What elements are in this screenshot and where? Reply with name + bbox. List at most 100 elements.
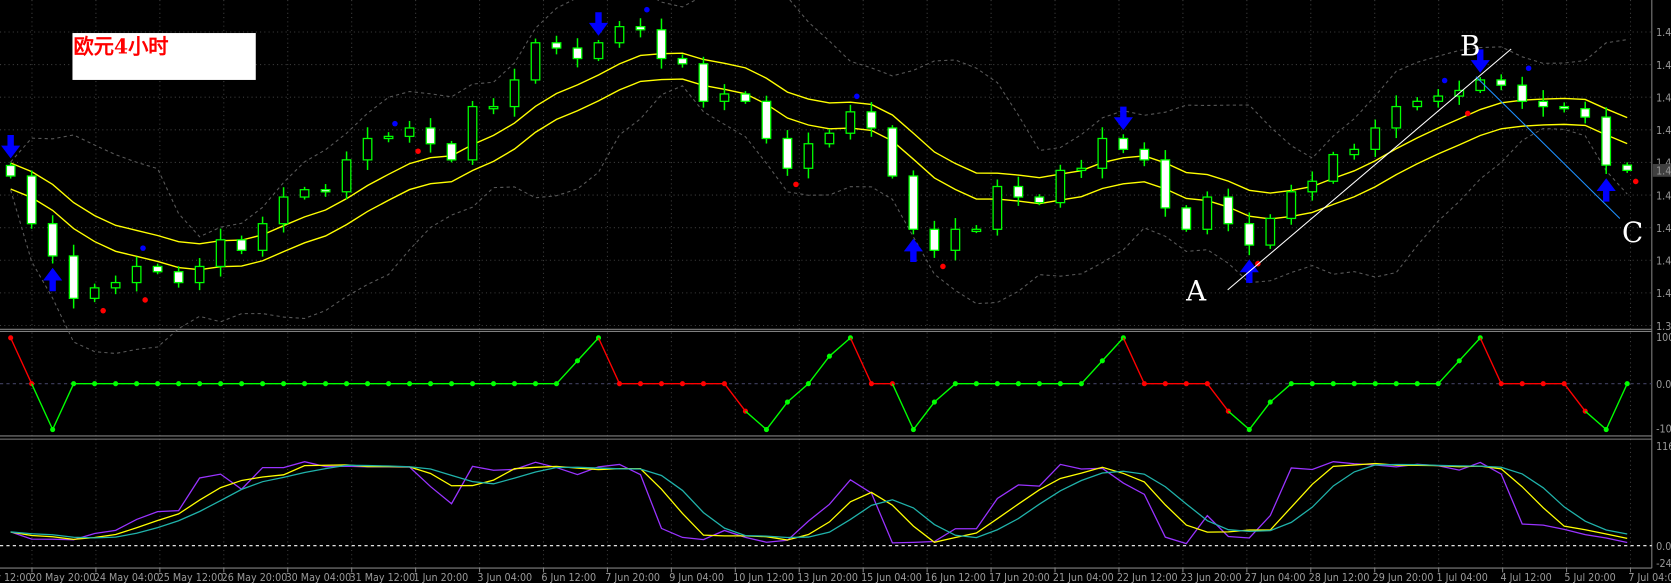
time-tick-label: 4 Jul 12:00 [1500, 571, 1551, 583]
signal-segment [1269, 383, 1292, 403]
stop-dot-red [415, 148, 421, 154]
time-tick-label: 17 Jun 20:00 [989, 571, 1050, 583]
buy-arrow-icon [903, 238, 923, 263]
price-tick-label: 1.4 [1656, 255, 1671, 268]
candle-body [341, 159, 352, 193]
candle-body [1391, 105, 1402, 129]
signal-point [889, 381, 895, 387]
signal-segment [1101, 337, 1124, 362]
candle-body [824, 132, 835, 145]
candle-body [614, 26, 625, 44]
signal-segment [1227, 410, 1250, 431]
candle-body [572, 47, 583, 60]
stop-dot-blue [644, 6, 650, 13]
oscillator-tick-label: 116 [1656, 440, 1671, 453]
trendline-b-c[interactable] [1475, 76, 1621, 219]
oscillator-main-line [10, 461, 1628, 545]
chart-title: 欧元4小时 [74, 34, 169, 58]
oscillator-tick-label: 0.00 [1656, 540, 1671, 553]
candle-body [1202, 196, 1213, 230]
candle-body [740, 93, 751, 102]
time-tick-label: 13 Jun 20:00 [797, 571, 858, 583]
signal-segment [933, 383, 956, 403]
candle-body [467, 105, 478, 161]
candle-body [719, 93, 730, 102]
candle-body [1265, 217, 1276, 246]
time-axis: 19 May 12:0020 May 20:0024 May 04:0025 M… [0, 568, 1671, 583]
candle-body [278, 196, 289, 225]
time-tick-label: 16 Jun 12:00 [925, 571, 986, 583]
time-tick-label: 5 Jul 20:00 [1564, 571, 1615, 583]
candle-body [1055, 169, 1066, 204]
candle-body [866, 111, 877, 129]
time-tick-label: 7 Jul 04:00 [1628, 571, 1671, 583]
candle-body [236, 239, 247, 251]
signal-segment [1206, 383, 1229, 412]
annotation-a: A [1185, 275, 1207, 308]
signal-segment [723, 383, 746, 412]
candle-body [110, 281, 121, 289]
signal-segment [1122, 337, 1145, 384]
price-tick-label: 1.4 [1656, 59, 1671, 72]
time-tick-label: 22 Jun 12:00 [1117, 571, 1178, 583]
time-tick-label: 30 May 04:00 [286, 571, 352, 583]
candle-body [131, 265, 142, 284]
candle-body [404, 127, 415, 138]
stop-dot-blue [854, 93, 860, 100]
candle-body [1286, 191, 1297, 220]
candle-body [1580, 108, 1591, 118]
signal-segment [52, 383, 75, 430]
ma-upper-line [10, 52, 1628, 245]
candle-body [446, 143, 457, 161]
time-tick-label: 3 Jun 04:00 [477, 571, 532, 583]
signal-segment [576, 337, 600, 362]
candle-body [1328, 153, 1339, 182]
sell-arrow-icon [588, 12, 609, 36]
candle-body [509, 79, 520, 108]
sell-arrow-icon [1, 134, 21, 159]
candle-body [1496, 79, 1507, 86]
signal-segment [912, 401, 935, 430]
candle-body [1370, 127, 1381, 150]
candle-body [551, 42, 562, 49]
candle-body [1181, 207, 1192, 230]
signal-segment [10, 337, 33, 384]
candle-body [488, 105, 499, 110]
oscillator-tick-label: -24 [1656, 557, 1671, 570]
stop-dot-red [100, 307, 106, 314]
candle-body [908, 175, 919, 230]
candle-body [215, 239, 226, 268]
ma-lower-line [10, 78, 1628, 271]
time-tick-label: 1 Jun 20:00 [413, 571, 468, 583]
trendline-a-b[interactable] [1227, 48, 1512, 291]
candle-body [1538, 100, 1549, 108]
candle-body [5, 164, 16, 177]
signal-segment [1080, 360, 1103, 385]
signal-segment [1605, 383, 1628, 430]
candle-body [1013, 185, 1024, 198]
candle-body [1223, 196, 1234, 225]
current-price-label: 1.4 [1656, 165, 1671, 178]
price-tick-label: 1.4 [1656, 124, 1671, 137]
candle-body [992, 185, 1003, 230]
price-tick-label: 1.4 [1656, 189, 1671, 202]
signal-segment [1479, 337, 1502, 384]
signal-segment [786, 383, 809, 403]
signal-segment [597, 337, 621, 384]
signal-point [847, 335, 853, 341]
candle-body [929, 228, 940, 251]
candle-body [803, 143, 814, 169]
signal-segment [1563, 383, 1586, 412]
signal-segment [555, 360, 579, 385]
price-chart[interactable]: A B C 欧元4小时 1.4 1.4 1.4 1.4 1.4 1.4 1.4 1.4 1.4 1… [0, 0, 1671, 583]
candle-body [1517, 84, 1528, 102]
price-axis: 1.41.41.41.41.41.41.41.41.41.31.41000.00… [1652, 26, 1671, 570]
annotation-b: B [1460, 29, 1480, 62]
time-tick-label: 7 Jun 20:00 [605, 571, 660, 583]
oscillator-signal-line [10, 462, 1628, 543]
candle-body [656, 29, 667, 60]
time-tick-label: 31 May 12:00 [350, 571, 416, 583]
candle-body [47, 223, 58, 257]
signal-tick-label: 0.00 [1656, 378, 1671, 391]
candle-body [1349, 148, 1360, 156]
